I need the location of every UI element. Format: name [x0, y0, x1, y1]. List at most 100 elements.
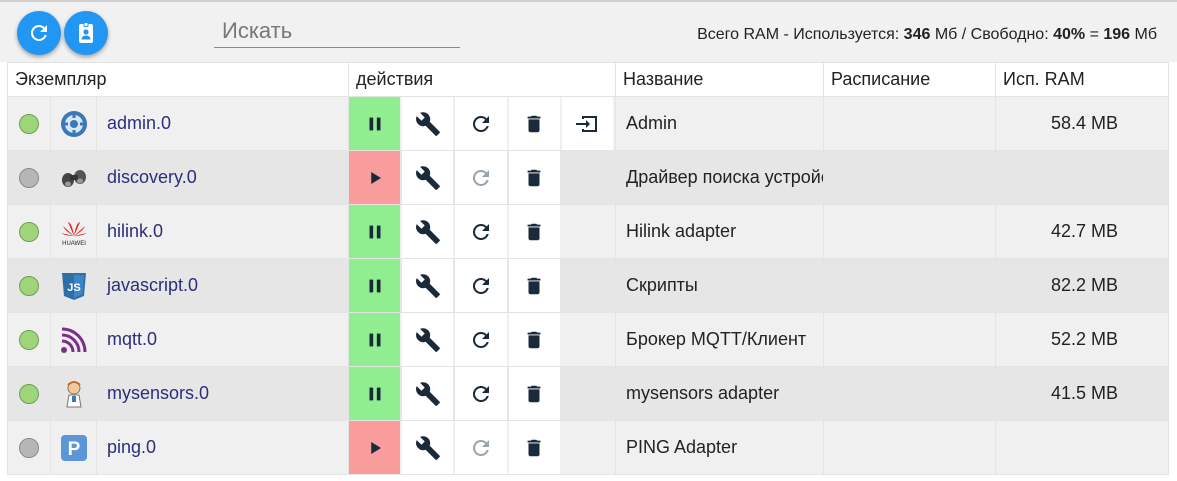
- action-placeholder: [562, 205, 613, 258]
- restart-icon: [472, 385, 489, 402]
- restart-button[interactable]: [455, 205, 507, 258]
- search-input[interactable]: [214, 18, 460, 47]
- start-button[interactable]: [349, 151, 401, 204]
- binoculars-icon: [59, 166, 89, 187]
- adapter-icon-cell: [50, 312, 97, 367]
- ram-usage: 41.5 MB: [995, 366, 1169, 421]
- ram-free-percent: 40%: [1053, 26, 1086, 43]
- header-instance[interactable]: Экземпляр: [7, 62, 349, 97]
- adapter-icon-cell: P: [50, 420, 97, 475]
- instance-name: mysensors.0: [96, 366, 349, 421]
- toolbar: Всего RAM - Используется: 346 Мб / Свобо…: [0, 0, 1177, 62]
- settings-button[interactable]: [402, 97, 454, 150]
- restart-button: [455, 151, 507, 204]
- instance-name: discovery.0: [96, 150, 349, 205]
- adapter-icon-cell: [50, 96, 97, 151]
- pause-button[interactable]: [349, 205, 401, 258]
- open-web-icon: [576, 115, 598, 132]
- ram-usage: [995, 150, 1169, 205]
- wrench-icon: [415, 381, 440, 406]
- schedule-cell: [823, 150, 996, 205]
- adapter-icon-cell: JS: [50, 258, 97, 313]
- pause-button[interactable]: [349, 97, 401, 150]
- schedule-cell: [823, 420, 996, 475]
- adapter-title: mysensors adapter: [615, 366, 824, 421]
- table-row: discovery.0 Драйвер поиска устройств: [7, 150, 1169, 205]
- status-indicator: [19, 276, 39, 297]
- table-row: mqtt.0 Брокер MQTT/Клиент 52.2 MB: [7, 312, 1169, 367]
- pause-button[interactable]: [349, 313, 401, 366]
- table-row: HUAWEI hilink.0 Hilink adapter 42.7 MB: [7, 204, 1169, 259]
- mqtt-signal-icon: [59, 327, 89, 353]
- header-title[interactable]: Название: [615, 62, 824, 97]
- contact-badge-icon: [79, 22, 93, 43]
- delete-button[interactable]: [508, 421, 560, 474]
- svg-text:JS: JS: [67, 282, 80, 294]
- settings-button[interactable]: [402, 313, 454, 366]
- wrench-icon: [415, 219, 440, 244]
- trash-icon: [527, 223, 541, 240]
- ram-usage: 52.2 MB: [995, 312, 1169, 367]
- pause-button[interactable]: [349, 259, 401, 312]
- actions-cell: [348, 96, 616, 151]
- svg-text:P: P: [67, 439, 80, 460]
- pause-icon: [369, 117, 381, 130]
- start-button[interactable]: [349, 421, 401, 474]
- delete-button[interactable]: [508, 259, 560, 312]
- instance-name: hilink.0: [96, 204, 349, 259]
- restart-icon: [472, 277, 489, 294]
- delete-button[interactable]: [508, 205, 560, 258]
- settings-button[interactable]: [402, 259, 454, 312]
- pause-icon: [369, 333, 381, 346]
- pause-button[interactable]: [349, 367, 401, 420]
- pause-icon: [369, 225, 381, 238]
- huawei-logo-icon: HUAWEI: [58, 220, 90, 247]
- restart-button[interactable]: [455, 367, 507, 420]
- ram-prefix: Всего RAM - Используется:: [697, 26, 904, 43]
- ram-usage: 42.7 MB: [995, 204, 1169, 259]
- adapter-title: Скрипты: [615, 258, 824, 313]
- svg-text:HUAWEI: HUAWEI: [62, 241, 86, 247]
- refresh-icon: [30, 24, 47, 41]
- delete-button[interactable]: [508, 313, 560, 366]
- restart-button[interactable]: [455, 259, 507, 312]
- scientist-icon: [59, 380, 89, 407]
- header-schedule: Расписание: [823, 62, 996, 97]
- status-cell: [7, 96, 51, 151]
- search-field[interactable]: [214, 16, 460, 48]
- actions-cell: [348, 420, 616, 475]
- pause-icon: [369, 387, 381, 400]
- settings-button[interactable]: [402, 205, 454, 258]
- schedule-cell: [823, 366, 996, 421]
- adapter-title: Брокер MQTT/Клиент: [615, 312, 824, 367]
- open-web-button[interactable]: [561, 97, 614, 150]
- restart-button[interactable]: [455, 97, 507, 150]
- status-indicator: [19, 168, 39, 189]
- settings-button[interactable]: [402, 151, 454, 204]
- action-placeholder: [562, 367, 613, 420]
- play-icon: [370, 441, 381, 454]
- status-indicator: [19, 222, 39, 243]
- adapter-icon-cell: [50, 366, 97, 421]
- wrench-icon: [415, 111, 440, 136]
- actions-cell: [348, 258, 616, 313]
- delete-button[interactable]: [508, 367, 560, 420]
- actions-cell: [348, 204, 616, 259]
- refresh-button[interactable]: [17, 11, 61, 55]
- trash-icon: [527, 277, 541, 294]
- trash-icon: [527, 115, 541, 132]
- schedule-cell: [823, 258, 996, 313]
- adapter-title: Драйвер поиска устройств: [615, 150, 824, 205]
- actions-cell: [348, 150, 616, 205]
- settings-button[interactable]: [402, 421, 454, 474]
- js-shield-icon: JS: [60, 272, 88, 300]
- delete-button[interactable]: [508, 151, 560, 204]
- delete-button[interactable]: [508, 97, 560, 150]
- restart-icon: [472, 169, 489, 186]
- adapter-title: PING Adapter: [615, 420, 824, 475]
- action-placeholder: [562, 259, 613, 312]
- settings-button[interactable]: [402, 367, 454, 420]
- ram-free-unit: Мб: [1130, 26, 1158, 43]
- logs-button[interactable]: [64, 11, 108, 55]
- restart-button[interactable]: [455, 313, 507, 366]
